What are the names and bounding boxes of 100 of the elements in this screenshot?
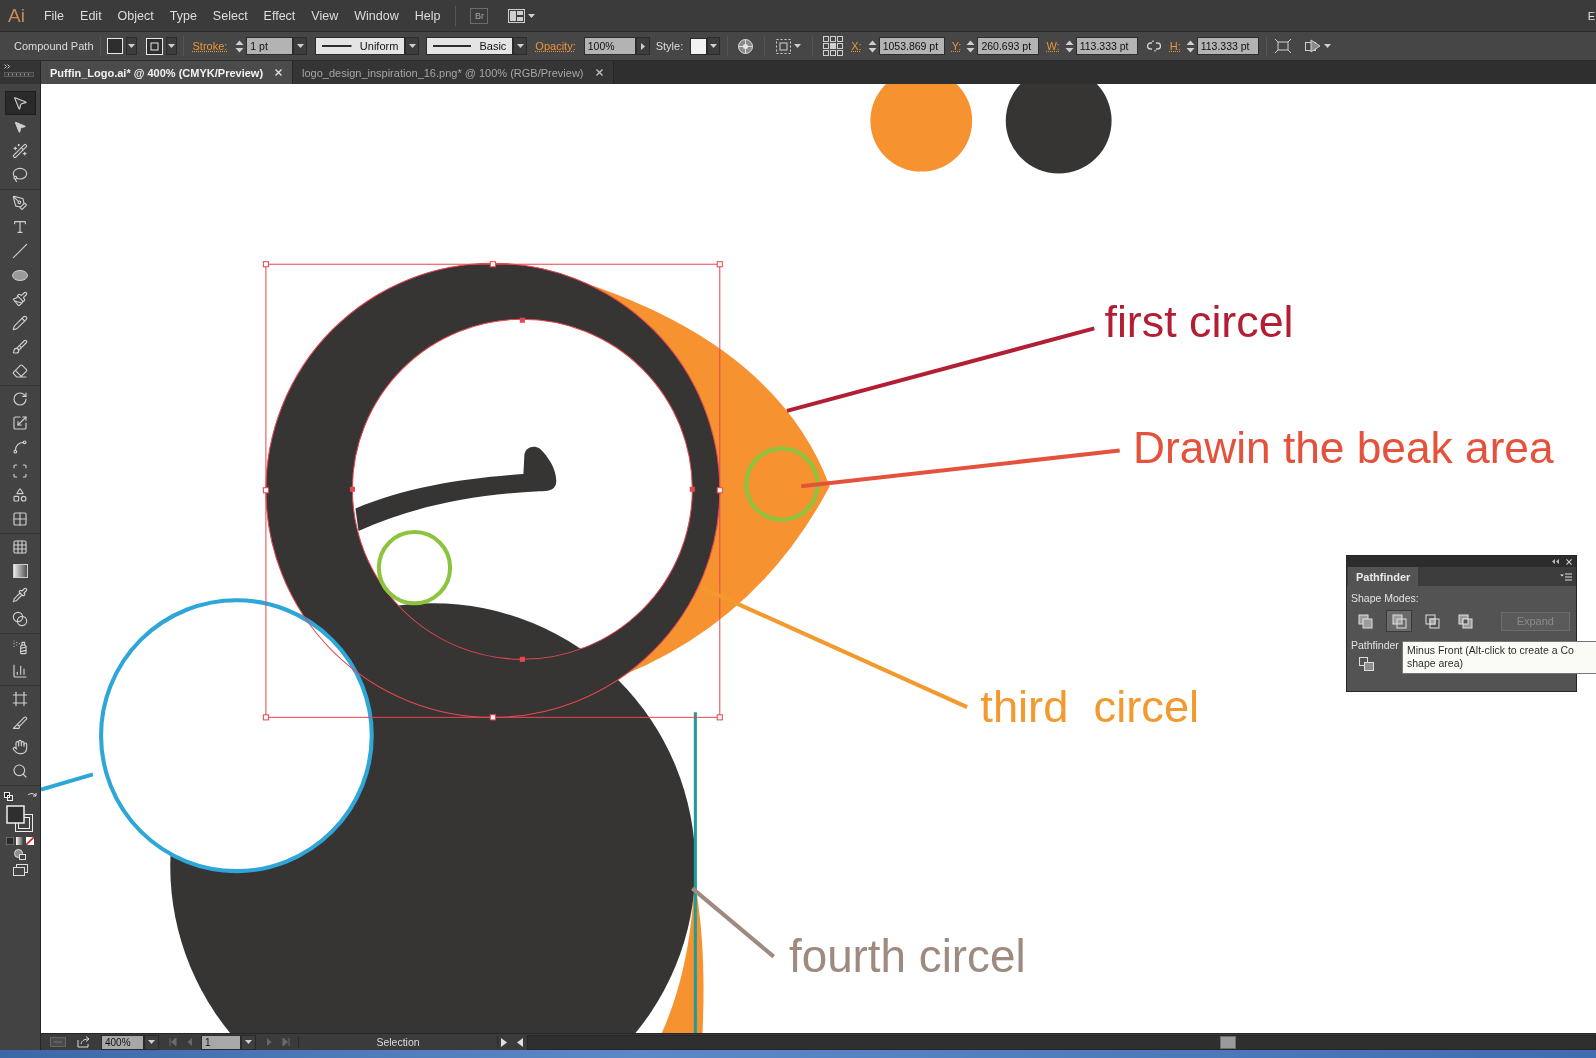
x-position-field[interactable]: 1053.869 pt	[878, 37, 945, 55]
stroke-swatch-icon[interactable]	[145, 37, 163, 55]
knife-icon[interactable]	[12, 715, 28, 731]
mesh-grid-icon[interactable]	[12, 539, 28, 555]
dropdown-button[interactable]	[144, 1034, 159, 1050]
height-field[interactable]: 113.333 pt	[1196, 37, 1259, 55]
letter-t-icon[interactable]	[12, 219, 28, 235]
dropdown-button[interactable]	[707, 37, 721, 55]
pen-nib-icon[interactable]	[12, 195, 28, 211]
frame-arrow-icon[interactable]	[1304, 39, 1321, 53]
search-icon[interactable]	[12, 763, 28, 779]
arrow-cursor-icon[interactable]	[13, 120, 27, 134]
tool-button[interactable]	[4, 91, 36, 115]
scale-icon[interactable]	[12, 415, 28, 431]
none-slash-icon[interactable]	[26, 837, 34, 845]
left-triangle-icon[interactable]	[517, 1037, 523, 1047]
dropdown-button[interactable]	[165, 37, 177, 55]
transform-frame-icon[interactable]	[1274, 39, 1291, 53]
spinner-arrows-icon[interactable]	[966, 38, 976, 54]
diagonal-line-icon[interactable]	[12, 243, 28, 259]
menu-item[interactable]: Help	[406, 4, 449, 27]
reference-point-icon[interactable]	[823, 36, 844, 56]
circle-target-icon[interactable]	[738, 38, 754, 54]
gradient-swatch-icon[interactable]	[16, 837, 24, 845]
panel-menu-icon[interactable]	[1560, 572, 1572, 581]
dropdown-button[interactable]	[125, 37, 137, 55]
dashed-square-icon[interactable]	[776, 38, 792, 54]
right-triangle-icon[interactable]	[501, 1037, 507, 1047]
opacity-field[interactable]: 100%	[583, 37, 636, 55]
grid-icon[interactable]	[12, 511, 28, 527]
pencil-icon[interactable]	[12, 315, 28, 331]
curve-nodes-icon[interactable]	[12, 439, 28, 455]
artboard-frame-icon[interactable]	[12, 691, 28, 707]
y-link[interactable]: Y:	[951, 40, 962, 52]
horizontal-scrollbar[interactable]	[527, 1034, 1596, 1050]
shape-mode-button[interactable]	[1386, 610, 1412, 632]
height-link[interactable]: H:	[1169, 40, 1181, 52]
document-tab[interactable]: logo_design_inspiration_16.png* @ 100% (RGB/Preview)	[293, 61, 614, 84]
grip-bar-icon[interactable]	[4, 72, 34, 77]
overlapping-squares-icon[interactable]	[1358, 613, 1374, 629]
stroke-link[interactable]: Stroke:	[192, 40, 228, 52]
dropdown-button[interactable]	[241, 1034, 256, 1050]
menu-item[interactable]: Select	[204, 4, 256, 27]
y-position-field[interactable]: 260.693 pt	[977, 37, 1040, 55]
menu-item[interactable]: Object	[109, 4, 162, 27]
paintbrush-icon[interactable]	[12, 291, 28, 307]
menu-item[interactable]: Type	[161, 4, 205, 27]
spinner-arrows-icon[interactable]	[1064, 38, 1074, 54]
close-icon[interactable]	[275, 69, 283, 76]
width-field[interactable]: 113.333 pt	[1075, 37, 1138, 55]
eraser-icon[interactable]	[12, 363, 28, 379]
rotate-arrow-icon[interactable]	[12, 391, 28, 407]
corner-brackets-icon[interactable]	[12, 463, 28, 479]
panel-tab[interactable]: Pathfinder	[1348, 567, 1419, 586]
fill-swatch-icon[interactable]	[106, 38, 123, 54]
spinner-arrows-icon[interactable]	[235, 38, 245, 54]
solid-color-icon[interactable]	[6, 837, 14, 845]
arrow-cursor-icon[interactable]	[12, 95, 28, 111]
close-icon[interactable]	[595, 69, 603, 76]
document-tab[interactable]: Puffin_Logo.ai* @ 400% (CMYK/Preview)	[41, 61, 294, 84]
eyedropper-icon[interactable]	[12, 587, 28, 603]
screen-mode-icon[interactable]	[12, 864, 28, 876]
artboard-number-field[interactable]: 1	[201, 1034, 241, 1050]
width-link[interactable]: W:	[1046, 40, 1060, 52]
collapse-arrows-icon[interactable]	[1552, 559, 1559, 564]
opacity-link[interactable]: Opacity:	[535, 40, 576, 52]
bar-chart-icon[interactable]	[12, 663, 28, 679]
menu-item[interactable]: File	[35, 4, 73, 27]
menu-item[interactable]: Edit	[72, 4, 110, 27]
stroke-weight-field[interactable]: 1 pt	[246, 37, 294, 55]
current-tool-status[interactable]: Selection	[298, 1036, 498, 1048]
overlapping-squares-icon[interactable]	[1425, 613, 1440, 629]
lasso-icon[interactable]	[12, 167, 28, 183]
x-link[interactable]: X:	[851, 40, 862, 52]
divide-squares-icon[interactable]	[1359, 657, 1374, 671]
stroke-profile-dropdown[interactable]: Uniform	[315, 37, 406, 55]
draw-mode-icon[interactable]	[14, 849, 26, 860]
brush-dropdown[interactable]: Basic	[426, 37, 514, 55]
window-layout-icon[interactable]	[508, 8, 526, 23]
overlapping-circles-icon[interactable]	[12, 611, 28, 627]
double-chevron-icon[interactable]	[4, 64, 11, 69]
dropdown-button[interactable]	[293, 37, 308, 55]
overlapping-squares-icon[interactable]	[1458, 613, 1474, 629]
spinner-arrows-icon[interactable]	[1185, 38, 1195, 54]
zoom-field[interactable]: 400%	[101, 1034, 144, 1050]
spinner-arrows-icon[interactable]	[867, 38, 877, 54]
menu-item[interactable]: View	[303, 4, 347, 27]
style-swatch-icon[interactable]	[690, 37, 708, 55]
spray-can-icon[interactable]	[12, 639, 28, 655]
ellipse-icon[interactable]	[12, 269, 28, 281]
overlapping-squares-icon[interactable]	[1391, 613, 1407, 629]
brush-icon[interactable]	[12, 339, 28, 355]
scrollbar-thumb[interactable]	[1220, 1035, 1236, 1049]
fill-stroke-icon[interactable]	[6, 805, 34, 833]
hand-icon[interactable]	[12, 739, 28, 755]
magic-wand-icon[interactable]	[12, 143, 28, 159]
shapes-icon[interactable]	[12, 487, 28, 503]
link-icon[interactable]	[1146, 40, 1161, 52]
menu-item[interactable]: Window	[346, 4, 407, 27]
close-icon[interactable]	[1566, 558, 1572, 565]
